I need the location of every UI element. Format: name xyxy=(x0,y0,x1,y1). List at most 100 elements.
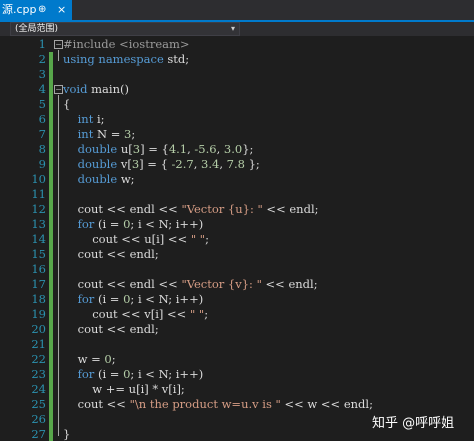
change-indicator xyxy=(49,172,53,187)
code-token: "Vector {u}: " xyxy=(181,202,263,216)
code-token: ] = { xyxy=(140,142,169,156)
code-line[interactable]: 5{ xyxy=(0,97,474,112)
change-indicator xyxy=(49,382,53,397)
change-indicator xyxy=(49,202,53,217)
code-token: "Vector {v}: " xyxy=(181,277,262,291)
code-line[interactable]: 14 cout << u[i] << " "; xyxy=(0,232,474,247)
code-line[interactable]: 4− void main() xyxy=(0,82,474,97)
collapse-icon[interactable]: − xyxy=(54,85,63,94)
code-text: cout << endl; xyxy=(63,247,159,262)
code-line[interactable]: 25 cout << "\n the product w=u.v is " <<… xyxy=(0,397,474,412)
code-token: , xyxy=(219,157,227,171)
code-token: 4.1 xyxy=(168,142,188,156)
code-token: ] = { xyxy=(139,157,172,171)
code-token: << w << endl; xyxy=(280,397,373,411)
navigation-bar: (全局范围) ▾ xyxy=(0,22,474,36)
change-indicator xyxy=(49,67,53,82)
code-line[interactable]: 19 cout << v[i] << " "; xyxy=(0,307,474,322)
code-line[interactable]: 21 xyxy=(0,337,474,352)
code-text: cout << v[i] << " "; xyxy=(63,307,208,322)
code-token: { xyxy=(63,97,71,111)
code-token: #include <iostream> xyxy=(63,37,190,51)
code-token: 0 xyxy=(104,352,112,366)
code-token: int xyxy=(63,127,94,141)
change-indicator xyxy=(49,427,53,441)
code-token: << endl; xyxy=(261,277,318,291)
code-text: #include <iostream> xyxy=(63,37,190,52)
code-line[interactable]: 8 double u[3] = {4.1, -5.6, 3.0}; xyxy=(0,142,474,157)
scope-dropdown[interactable]: (全局范围) ▾ xyxy=(10,22,240,36)
code-text: int i; xyxy=(63,112,105,127)
code-token: ; xyxy=(111,352,116,366)
code-token: N = xyxy=(93,127,124,141)
code-line[interactable]: 11 xyxy=(0,187,474,202)
code-line[interactable]: 7 int N = 3; xyxy=(0,127,474,142)
code-editor[interactable]: 1− #include <iostream> 2 using namespace st… xyxy=(0,36,474,441)
change-indicator xyxy=(49,52,53,67)
line-number: 17 xyxy=(31,277,46,291)
code-token: cout << endl << xyxy=(63,277,182,291)
code-line[interactable]: 22 w = 0; xyxy=(0,352,474,367)
code-token: for xyxy=(63,292,95,306)
code-token: main() xyxy=(87,82,129,96)
code-line[interactable]: 18 for (i = 0; i < N; i++) xyxy=(0,292,474,307)
code-text: void main() xyxy=(63,82,129,97)
change-indicator xyxy=(49,352,53,367)
code-token: "\n the product w=u.v is " xyxy=(129,397,281,411)
code-token: (i = xyxy=(94,367,124,381)
change-indicator xyxy=(49,307,53,322)
code-token: }; xyxy=(244,157,260,171)
code-line[interactable]: 12 cout << endl << "Vector {u}: " << end… xyxy=(0,202,474,217)
pin-icon[interactable]: ⊕ xyxy=(38,0,46,20)
line-number: 15 xyxy=(31,247,46,261)
change-indicator xyxy=(49,412,53,427)
code-token: v[ xyxy=(117,157,132,171)
code-token: for xyxy=(63,367,95,381)
code-text: cout << endl; xyxy=(63,322,159,337)
code-line[interactable]: 6 int i; xyxy=(0,112,474,127)
code-line[interactable]: 16 xyxy=(0,262,474,277)
code-token: cout << v[i] << xyxy=(63,307,190,321)
code-token: (i = xyxy=(94,292,124,306)
code-line[interactable]: 3 xyxy=(0,67,474,82)
code-line[interactable]: 23 for (i = 0; i < N; i++) xyxy=(0,367,474,382)
code-text: w = 0; xyxy=(63,352,116,367)
code-token: std; xyxy=(163,52,190,66)
close-icon[interactable]: × xyxy=(57,0,66,20)
change-indicator xyxy=(49,277,53,292)
line-number: 5 xyxy=(38,97,46,111)
line-number: 23 xyxy=(31,367,46,381)
code-token: ; xyxy=(131,127,136,141)
line-number: 9 xyxy=(38,157,46,171)
code-line[interactable]: 2 using namespace std; xyxy=(0,52,474,67)
code-line[interactable]: 13 for (i = 0; i < N; i++) xyxy=(0,217,474,232)
code-line[interactable]: 10 double w; xyxy=(0,172,474,187)
code-line[interactable]: 1− #include <iostream> xyxy=(0,37,474,52)
line-number: 22 xyxy=(31,352,46,366)
code-token: int xyxy=(63,112,94,126)
code-token: w += u[i] * v[i]; xyxy=(63,382,185,396)
line-number: 20 xyxy=(31,322,46,336)
chevron-down-icon[interactable]: ▾ xyxy=(231,23,235,35)
watermark: 知乎 @呼呼姐 xyxy=(372,416,455,431)
collapse-icon[interactable]: − xyxy=(54,40,63,49)
code-token: void xyxy=(63,82,88,96)
line-number: 1 xyxy=(38,37,46,51)
code-text: w += u[i] * v[i]; xyxy=(63,382,185,397)
line-number: 10 xyxy=(31,172,46,186)
change-indicator xyxy=(49,187,53,202)
code-line[interactable]: 24 w += u[i] * v[i]; xyxy=(0,382,474,397)
tab-source-cpp[interactable]: 源.cpp ⊕ × xyxy=(0,0,72,20)
line-number: 13 xyxy=(31,217,46,231)
code-line[interactable]: 9 double v[3] = { -2.7, 3.4, 7.8 }; xyxy=(0,157,474,172)
code-token: << endl; xyxy=(262,202,319,216)
code-line[interactable]: 17 cout << endl << "Vector {v}: " << end… xyxy=(0,277,474,292)
code-token: ; xyxy=(205,232,209,246)
code-text: cout << "\n the product w=u.v is " << w … xyxy=(63,397,373,412)
code-token: cout << u[i] << xyxy=(63,232,191,246)
code-text: { xyxy=(63,97,70,112)
code-line[interactable]: 15 cout << endl; xyxy=(0,247,474,262)
code-line[interactable]: 20 cout << endl; xyxy=(0,322,474,337)
code-token: w; xyxy=(117,172,135,186)
line-number: 12 xyxy=(31,202,46,216)
